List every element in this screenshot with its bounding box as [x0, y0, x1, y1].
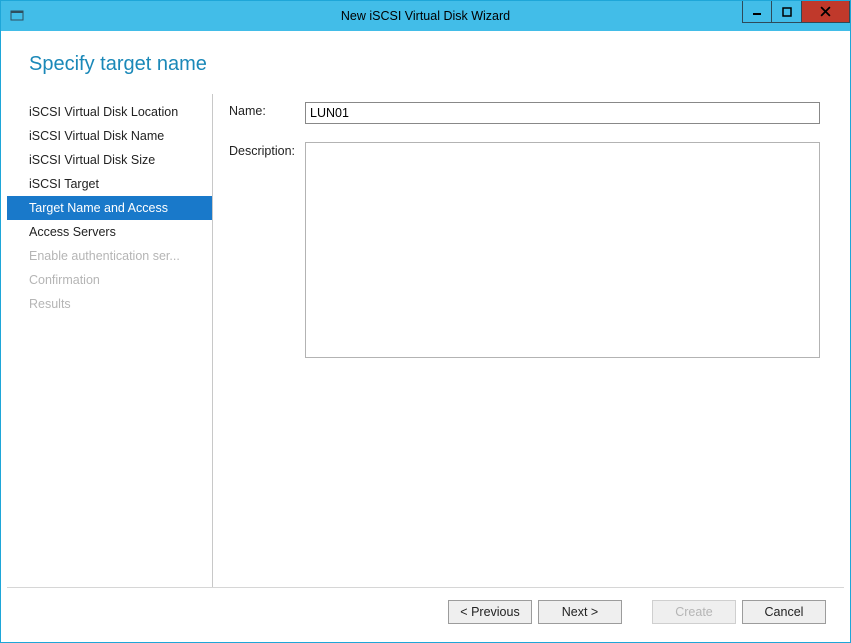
previous-button[interactable]: < Previous [448, 600, 532, 624]
create-button: Create [652, 600, 736, 624]
sidebar-item-label: Enable authentication ser... [29, 249, 180, 263]
window-controls [742, 1, 850, 23]
close-button[interactable] [802, 1, 850, 23]
sidebar-item-label: iSCSI Virtual Disk Location [29, 105, 178, 119]
form-panel: Name: Description: [213, 94, 844, 587]
step-target-name-and-access[interactable]: Target Name and Access [7, 196, 212, 220]
wizard-body: Specify target name iSCSI Virtual Disk L… [7, 37, 844, 636]
sidebar-item-label: iSCSI Virtual Disk Name [29, 129, 164, 143]
description-row: Description: [229, 142, 820, 358]
cancel-button[interactable]: Cancel [742, 600, 826, 624]
sidebar-item-label: iSCSI Target [29, 177, 99, 191]
sidebar-item-label: Target Name and Access [29, 201, 168, 215]
wizard-steps-sidebar: iSCSI Virtual Disk Location iSCSI Virtua… [7, 94, 213, 587]
name-label: Name: [229, 102, 305, 118]
step-iscsi-target[interactable]: iSCSI Target [7, 172, 212, 196]
page-heading: Specify target name [29, 53, 844, 76]
target-name-input[interactable] [305, 102, 820, 124]
sidebar-item-label: Results [29, 297, 71, 311]
step-iscsi-virtual-disk-location[interactable]: iSCSI Virtual Disk Location [7, 100, 212, 124]
step-confirmation: Confirmation [7, 268, 212, 292]
next-button[interactable]: Next > [538, 600, 622, 624]
name-row: Name: [229, 102, 820, 124]
window-title: New iSCSI Virtual Disk Wizard [1, 9, 850, 23]
maximize-button[interactable] [772, 1, 802, 23]
app-icon [9, 8, 25, 24]
step-enable-authentication: Enable authentication ser... [7, 244, 212, 268]
wizard-window: New iSCSI Virtual Disk Wizard Specify ta… [0, 0, 851, 643]
step-iscsi-virtual-disk-name[interactable]: iSCSI Virtual Disk Name [7, 124, 212, 148]
minimize-button[interactable] [742, 1, 772, 23]
sidebar-item-label: Confirmation [29, 273, 100, 287]
titlebar[interactable]: New iSCSI Virtual Disk Wizard [1, 1, 850, 31]
wizard-button-bar: < Previous Next > Create Cancel [7, 587, 844, 636]
sidebar-item-label: iSCSI Virtual Disk Size [29, 153, 155, 167]
description-label: Description: [229, 142, 305, 158]
step-iscsi-virtual-disk-size[interactable]: iSCSI Virtual Disk Size [7, 148, 212, 172]
sidebar-item-label: Access Servers [29, 225, 116, 239]
target-description-input[interactable] [305, 142, 820, 358]
step-results: Results [7, 292, 212, 316]
content-area: iSCSI Virtual Disk Location iSCSI Virtua… [7, 94, 844, 587]
step-access-servers[interactable]: Access Servers [7, 220, 212, 244]
